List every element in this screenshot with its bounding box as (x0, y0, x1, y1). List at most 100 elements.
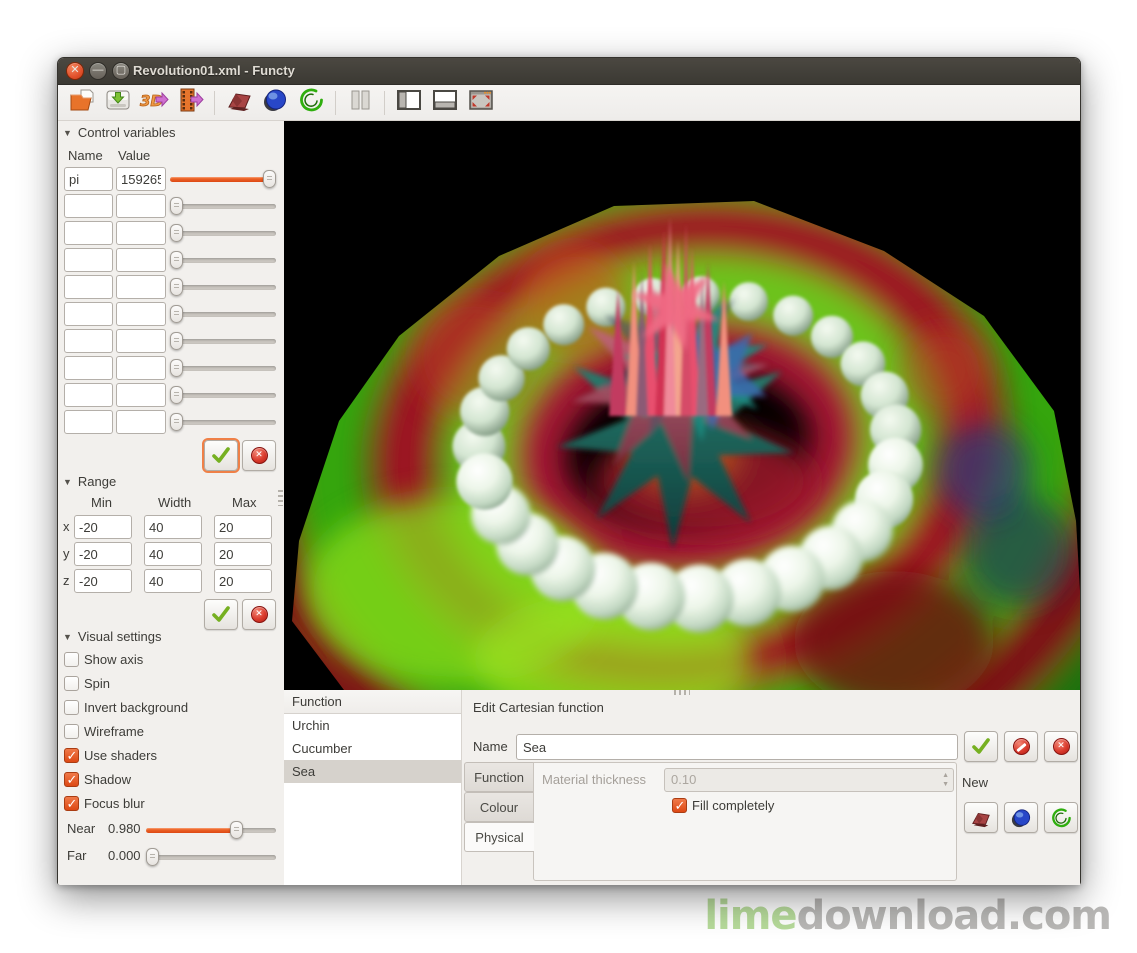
near-slider[interactable] (146, 821, 276, 839)
far-slider-trough[interactable] (146, 855, 276, 860)
variable-value-input[interactable] (116, 221, 166, 245)
focus-blur-checkbox[interactable] (64, 796, 79, 811)
function-name-input[interactable] (516, 734, 958, 760)
range-header[interactable]: ▼Range (63, 474, 116, 489)
variable-slider[interactable] (170, 332, 276, 350)
variable-slider-trough[interactable] (170, 420, 276, 425)
variable-slider-thumb[interactable] (263, 170, 276, 188)
variable-name-input[interactable] (64, 383, 113, 407)
variable-slider-trough[interactable] (170, 204, 276, 209)
shadow-checkbox[interactable] (64, 772, 79, 787)
apply-function-button[interactable] (964, 731, 998, 762)
invert-background-checkbox[interactable] (64, 700, 79, 715)
toolbar-panel-bottom-button[interactable] (429, 88, 461, 118)
vertical-splitter-handle[interactable] (278, 490, 283, 506)
tab-function[interactable]: Function (464, 762, 533, 792)
function-list-item[interactable]: Urchin (284, 714, 461, 737)
range-width-input[interactable] (144, 569, 202, 593)
visual-settings-header[interactable]: ▼Visual settings (63, 629, 162, 644)
variable-value-input[interactable] (116, 275, 166, 299)
variable-slider[interactable] (170, 386, 276, 404)
function-list-header[interactable]: Function (284, 690, 461, 714)
variable-value-input[interactable] (116, 248, 166, 272)
range-max-input[interactable] (214, 515, 272, 539)
variable-value-input[interactable] (116, 383, 166, 407)
variable-name-input[interactable] (64, 194, 113, 218)
variable-slider-trough[interactable] (170, 366, 276, 371)
toolbar-save-button[interactable] (102, 88, 134, 118)
variable-slider-thumb[interactable] (170, 413, 183, 431)
variable-name-input[interactable] (64, 221, 113, 245)
toolbar-panel-left-button[interactable] (393, 88, 425, 118)
titlebar[interactable]: ✕ — ▢ Revolution01.xml - Functy (58, 58, 1080, 85)
far-slider-thumb[interactable] (146, 848, 159, 866)
toolbar-spherical-button[interactable] (259, 88, 291, 118)
new-cartesian-button[interactable] (964, 802, 998, 833)
variable-value-input[interactable] (116, 194, 166, 218)
variable-slider-trough[interactable] (170, 258, 276, 263)
cancel-function-button[interactable] (1044, 731, 1078, 762)
variable-slider-thumb[interactable] (170, 386, 183, 404)
variable-slider[interactable] (170, 278, 276, 296)
variable-slider-thumb[interactable] (170, 251, 183, 269)
variable-name-input[interactable] (64, 356, 113, 380)
range-width-input[interactable] (144, 515, 202, 539)
apply-range-button[interactable] (204, 599, 238, 630)
minimize-button[interactable]: — (89, 62, 107, 80)
cancel-range-button[interactable] (242, 599, 276, 630)
toolbar-open-button[interactable] (66, 88, 98, 118)
range-width-input[interactable] (144, 542, 202, 566)
near-slider-thumb[interactable] (230, 821, 243, 839)
material-thickness-spinbox[interactable]: 0.10 ▲▼ (664, 768, 954, 792)
variable-name-input[interactable] (64, 275, 113, 299)
function-list-item[interactable]: Cucumber (284, 737, 461, 760)
toolbar-export-video-button[interactable] (174, 88, 206, 118)
variable-value-input[interactable] (116, 356, 166, 380)
variable-slider[interactable] (170, 197, 276, 215)
toolbar-pause-button[interactable] (344, 88, 376, 118)
variable-name-input[interactable] (64, 167, 113, 191)
range-min-input[interactable] (74, 515, 132, 539)
variable-slider-trough[interactable] (170, 285, 276, 290)
horizontal-splitter-handle[interactable] (674, 690, 690, 695)
variable-name-input[interactable] (64, 329, 113, 353)
close-button[interactable]: ✕ (66, 62, 84, 80)
maximize-button[interactable]: ▢ (112, 62, 130, 80)
new-spherical-button[interactable] (1004, 802, 1038, 833)
variable-value-input[interactable] (116, 302, 166, 326)
spinner-arrows-icon[interactable]: ▲▼ (942, 771, 949, 789)
variable-value-input[interactable] (116, 410, 166, 434)
variable-slider-thumb[interactable] (170, 305, 183, 323)
control-variables-header[interactable]: ▼Control variables (63, 125, 175, 140)
variable-slider-trough[interactable] (170, 393, 276, 398)
range-min-input[interactable] (74, 569, 132, 593)
cancel-variables-button[interactable] (242, 440, 276, 471)
delete-function-button[interactable] (1004, 731, 1038, 762)
variable-name-input[interactable] (64, 248, 113, 272)
spin-checkbox[interactable] (64, 676, 79, 691)
new-curve-button[interactable] (1044, 802, 1078, 833)
toolbar-curve-button[interactable] (295, 88, 327, 118)
range-min-input[interactable] (74, 542, 132, 566)
viewport-3d[interactable] (284, 121, 1080, 690)
use-shaders-checkbox[interactable] (64, 748, 79, 763)
function-list-item[interactable]: Sea (284, 760, 461, 783)
toolbar-fullscreen-button[interactable] (465, 88, 497, 118)
toolbar-cartesian-button[interactable] (223, 88, 255, 118)
far-slider[interactable] (146, 848, 276, 866)
variable-slider[interactable] (170, 413, 276, 431)
variable-slider[interactable] (170, 359, 276, 377)
fill-completely-checkbox[interactable] (672, 798, 687, 813)
toolbar-export-3d-button[interactable]: 3D (138, 88, 170, 118)
variable-slider[interactable] (170, 305, 276, 323)
show-axis-checkbox[interactable] (64, 652, 79, 667)
variable-slider[interactable] (170, 224, 276, 242)
range-max-input[interactable] (214, 569, 272, 593)
variable-name-input[interactable] (64, 302, 113, 326)
variable-slider-thumb[interactable] (170, 224, 183, 242)
variable-slider-thumb[interactable] (170, 332, 183, 350)
variable-slider-thumb[interactable] (170, 197, 183, 215)
variable-value-input[interactable] (116, 167, 166, 191)
variable-slider[interactable] (170, 251, 276, 269)
tab-physical[interactable]: Physical (464, 822, 534, 852)
